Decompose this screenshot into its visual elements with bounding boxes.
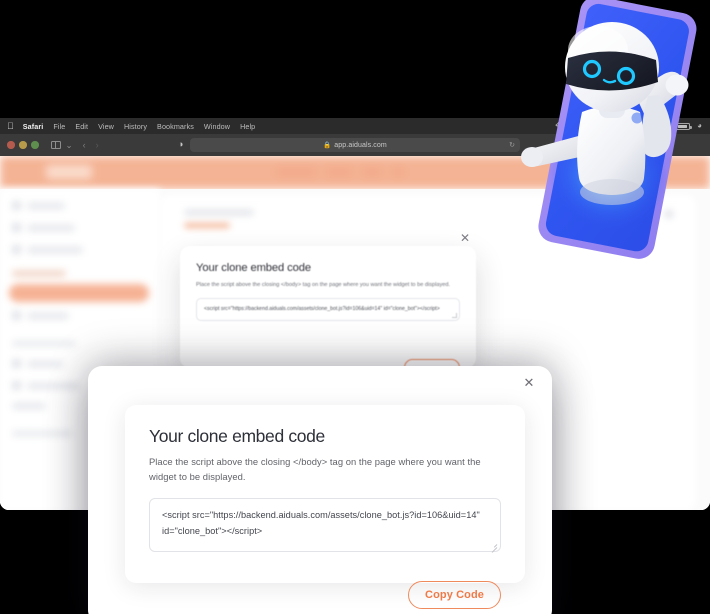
app-logo[interactable]	[46, 165, 92, 179]
robot-mascot	[521, 0, 697, 259]
sidebar-toggle-group[interactable]: ⌄	[50, 141, 73, 150]
close-window-button[interactable]	[7, 141, 15, 149]
modal-description: Place the script above the closing </bod…	[149, 456, 481, 482]
forward-button-icon[interactable]: ›	[96, 140, 99, 150]
sidebar-toggle-icon[interactable]	[50, 141, 61, 149]
menu-item-safari[interactable]: Safari	[23, 122, 44, 131]
sidebar-item[interactable]	[12, 381, 79, 390]
back-modal-description: Place the script above the closing </bod…	[196, 282, 451, 288]
modal-action-row: Copy Code	[408, 581, 501, 609]
nav-item[interactable]	[392, 168, 404, 176]
modal-title: Your clone embed code	[149, 426, 325, 446]
nav-item[interactable]	[276, 168, 316, 176]
sidebar-section-label	[12, 271, 66, 276]
embed-code-text: <script src="https://backend.aiduals.com…	[162, 510, 480, 537]
lock-icon: 🔒	[323, 142, 332, 149]
menu-item-view[interactable]: View	[98, 122, 114, 131]
contrast-icon[interactable]: ◑	[178, 140, 183, 149]
close-icon[interactable]: ✕	[521, 374, 537, 390]
sidebar-item[interactable]	[12, 245, 83, 254]
zoom-window-button[interactable]	[31, 141, 39, 149]
minimize-window-button[interactable]	[19, 141, 27, 149]
copy-code-button[interactable]: Copy Code	[408, 581, 501, 609]
nav-item[interactable]	[326, 168, 352, 176]
sidebar-section-label	[12, 341, 76, 346]
back-button-icon[interactable]: ‹	[83, 140, 86, 150]
back-modal-close-icon[interactable]: ✕	[460, 232, 470, 244]
sidebar-item[interactable]	[12, 201, 65, 210]
window-traffic-lights	[7, 141, 39, 149]
menu-item-file[interactable]: File	[53, 122, 65, 131]
url-text: app.aiduals.com	[334, 141, 387, 149]
resize-handle-icon[interactable]	[492, 543, 497, 548]
nav-item[interactable]	[362, 168, 382, 176]
chevron-down-icon[interactable]: ⌄	[66, 141, 73, 150]
sidebar-item[interactable]	[12, 359, 63, 368]
menu-item-help[interactable]: Help	[240, 122, 255, 131]
embed-code-overlay-sheet: ✕ Your clone embed code Place the script…	[88, 366, 552, 614]
browser-navigation: ‹ ›	[83, 140, 99, 150]
reload-icon[interactable]: ↻	[509, 141, 515, 149]
back-embed-code-modal: Your clone embed code Place the script a…	[180, 246, 476, 368]
address-bar[interactable]: 🔒 app.aiduals.com ↻	[190, 138, 520, 152]
apple-logo-icon[interactable]: 	[7, 121, 14, 131]
app-top-nav	[276, 168, 404, 176]
menu-item-edit[interactable]: Edit	[75, 122, 88, 131]
sidebar-item-active[interactable]	[9, 284, 149, 302]
back-modal-title: Your clone embed code	[196, 262, 312, 274]
screenshot-stage:  Safari File Edit View History Bookmark…	[0, 0, 710, 614]
embed-code-modal: Your clone embed code Place the script a…	[125, 405, 525, 609]
embed-code-textarea[interactable]: <script src="https://backend.aiduals.com…	[149, 498, 501, 553]
sidebar-item[interactable]	[12, 403, 46, 409]
sidebar-section-label	[12, 431, 72, 436]
menu-item-bookmarks[interactable]: Bookmarks	[157, 122, 194, 131]
menu-item-history[interactable]: History	[124, 122, 147, 131]
sidebar-item[interactable]	[12, 311, 69, 320]
back-modal-code-box[interactable]: <script src="https://backend.aiduals.com…	[196, 298, 460, 321]
sidebar-item[interactable]	[12, 223, 75, 232]
menu-item-window[interactable]: Window	[204, 122, 230, 131]
